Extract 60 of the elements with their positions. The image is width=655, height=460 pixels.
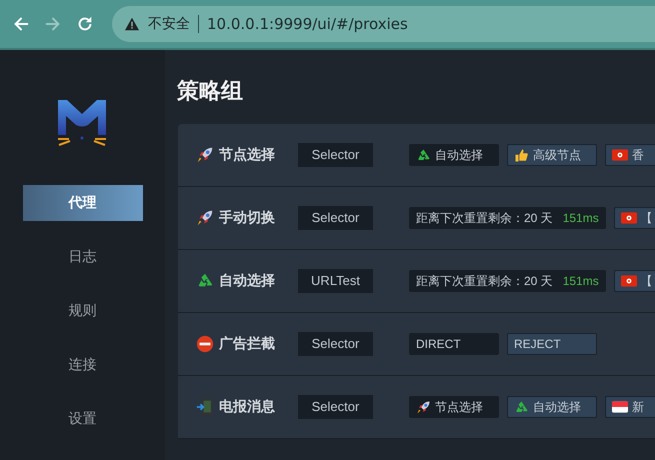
group-name: 电报消息	[219, 398, 275, 416]
address-bar[interactable]: 不安全 10.0.0.1:9999/ui/#/proxies	[112, 6, 655, 42]
option-label: 高级节点	[533, 146, 581, 164]
proxy-option[interactable]: 【	[614, 207, 655, 229]
proxy-option[interactable]: 新	[605, 396, 655, 418]
latency-label: 151ms	[562, 274, 599, 288]
thumbs-up-icon	[514, 148, 529, 162]
proxy-option[interactable]: 香	[605, 144, 655, 166]
sidebar-item[interactable]: 连接	[22, 347, 142, 383]
proxy-option[interactable]: 自动选择	[507, 396, 597, 418]
page-title: 策略组	[177, 78, 244, 106]
rocket-icon	[196, 146, 214, 164]
group-name: 节点选择	[219, 146, 275, 164]
latency-label: 151ms	[562, 211, 599, 225]
group-type-label: Selector	[298, 206, 373, 230]
sidebar-item[interactable]: 设置	[22, 401, 142, 437]
group-name: 广告拦截	[219, 335, 275, 353]
rocket-icon	[196, 209, 214, 227]
flag-icon	[620, 212, 637, 224]
option-label: 香	[632, 146, 644, 164]
flag-icon	[612, 149, 628, 161]
proxy-option[interactable]: 距离下次重置剩余：20 天 151ms	[409, 207, 606, 229]
sidebar-item[interactable]: 日志	[22, 239, 142, 275]
security-label: 不安全	[148, 15, 190, 33]
reload-icon[interactable]	[76, 15, 94, 33]
option-label: REJECT	[514, 337, 561, 351]
option-label: 距离下次重置剩余：20 天	[416, 272, 553, 290]
url-text: 10.0.0.1:9999/ui/#/proxies	[207, 15, 408, 33]
sidebar-item[interactable]: 规则	[22, 293, 142, 329]
proxy-option[interactable]: 节点选择	[409, 396, 499, 418]
rocket-icon	[416, 400, 431, 414]
option-label: 距离下次重置剩余：20 天	[416, 210, 553, 226]
sidebar-item[interactable]: 代理	[22, 185, 142, 221]
group-type-label: URLTest	[298, 269, 373, 293]
option-label: 节点选择	[435, 398, 483, 416]
recycle-icon	[514, 400, 529, 414]
option-label: 新	[632, 398, 644, 416]
stop-sign-icon	[196, 335, 214, 353]
group-type-label: Selector	[298, 332, 373, 356]
flag-icon	[620, 275, 637, 287]
proxy-option[interactable]: 【	[614, 270, 655, 292]
group-type-label: Selector	[298, 143, 373, 167]
option-label: 【	[640, 210, 653, 226]
proxy-option[interactable]: REJECT	[507, 333, 597, 355]
phone-arrow-icon	[196, 398, 214, 416]
option-label: 【	[640, 272, 653, 290]
option-label: 自动选择	[435, 146, 483, 164]
warning-icon	[124, 17, 140, 31]
proxy-option[interactable]: DIRECT	[409, 333, 499, 355]
proxy-option[interactable]: 距离下次重置剩余：20 天 151ms	[409, 270, 606, 292]
group-type-label: Selector	[298, 395, 373, 419]
back-icon[interactable]	[12, 15, 30, 33]
option-label: DIRECT	[416, 337, 461, 351]
recycle-icon	[416, 148, 431, 162]
proxy-option[interactable]: 自动选择	[409, 144, 499, 166]
proxy-option[interactable]: 高级节点	[507, 144, 597, 166]
flag-icon	[612, 401, 628, 413]
group-name: 手动切换	[219, 209, 275, 227]
option-label: 自动选择	[533, 398, 581, 416]
group-name: 自动选择	[219, 272, 275, 290]
